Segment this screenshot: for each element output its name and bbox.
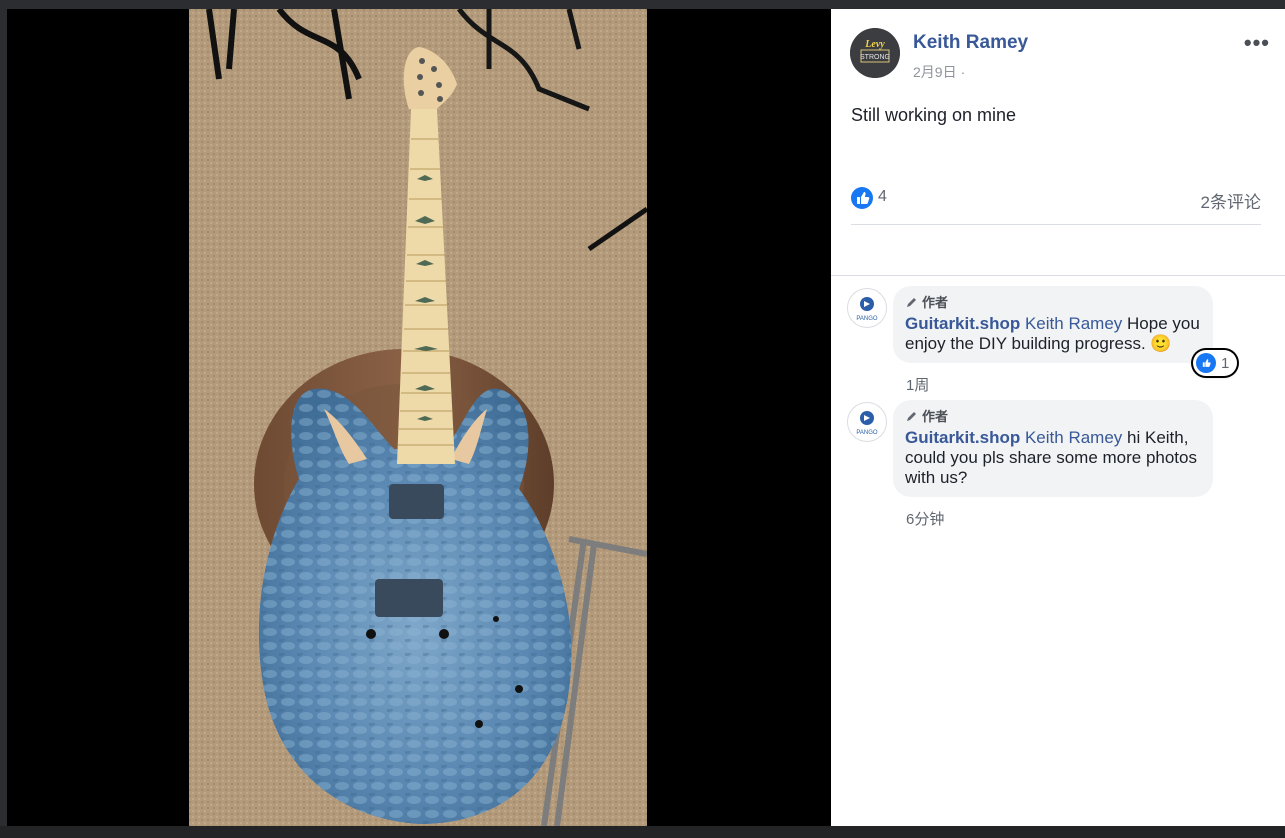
- comment-reaction-count: 1: [1221, 354, 1230, 372]
- like-icon[interactable]: [851, 187, 873, 209]
- comment-bubble: 作者 Guitarkit.shop Keith Ramey hi Keith, …: [893, 400, 1213, 497]
- window-frame-left: [0, 0, 7, 838]
- avatar-text-bottom: STRONG: [860, 54, 890, 61]
- pencil-icon: [907, 412, 916, 421]
- comment-author[interactable]: Guitarkit.shop: [905, 428, 1020, 447]
- photo-viewer[interactable]: [7, 9, 831, 826]
- comment-text: Guitarkit.shop Keith Ramey hi Keith, cou…: [905, 428, 1201, 488]
- post-panel: Levy STRONG Keith Ramey 2月9日 · ••• Still …: [831, 9, 1285, 826]
- reaction-bar: 4 2条评论: [851, 186, 1261, 212]
- author-badge: 作者: [905, 292, 1201, 311]
- avatar-text-top: Levy: [864, 39, 885, 50]
- author-badge-label: 作者: [922, 295, 949, 310]
- comment-reaction-pill[interactable]: 1: [1193, 350, 1238, 376]
- author-avatar[interactable]: Levy STRONG: [850, 28, 900, 78]
- post-author[interactable]: Keith Ramey: [913, 32, 1028, 54]
- commenter-avatar[interactable]: PANGO: [847, 288, 887, 328]
- post-time[interactable]: 2月9日 ·: [913, 62, 965, 82]
- comment-time[interactable]: 1周: [906, 374, 929, 395]
- avatar-label: PANGO: [856, 430, 878, 436]
- like-icon: [1196, 353, 1216, 373]
- comment-bubble: 作者 Guitarkit.shop Keith Ramey Hope you e…: [893, 286, 1213, 363]
- comment-count-link[interactable]: 2条评论: [1201, 188, 1261, 213]
- mention-link[interactable]: Keith Ramey: [1025, 314, 1122, 333]
- window-frame-bottom: [0, 826, 1285, 838]
- post-text: Still working on mine: [851, 105, 1017, 125]
- post-header: Levy STRONG Keith Ramey 2月9日 · •••: [850, 28, 1270, 88]
- author-badge: 作者: [905, 406, 1201, 425]
- privacy-separator: ·: [960, 64, 966, 80]
- mention-link[interactable]: Keith Ramey: [1025, 428, 1122, 447]
- commenter-avatar[interactable]: PANGO: [847, 402, 887, 442]
- comment-text: Guitarkit.shop Keith Ramey Hope you enjo…: [905, 314, 1201, 354]
- comment-author[interactable]: Guitarkit.shop: [905, 314, 1020, 333]
- more-options-button[interactable]: •••: [1244, 30, 1270, 56]
- avatar-label: PANGO: [856, 316, 878, 322]
- author-badge-label: 作者: [922, 409, 949, 424]
- divider: [851, 224, 1261, 225]
- like-count[interactable]: 4: [878, 188, 887, 206]
- post-date[interactable]: 2月9日: [913, 64, 957, 80]
- pencil-icon: [907, 298, 916, 307]
- divider: [831, 275, 1285, 276]
- window-frame-top: [0, 0, 1285, 9]
- guitar-photo: [189, 9, 647, 826]
- comment-time[interactable]: 6分钟: [906, 508, 944, 529]
